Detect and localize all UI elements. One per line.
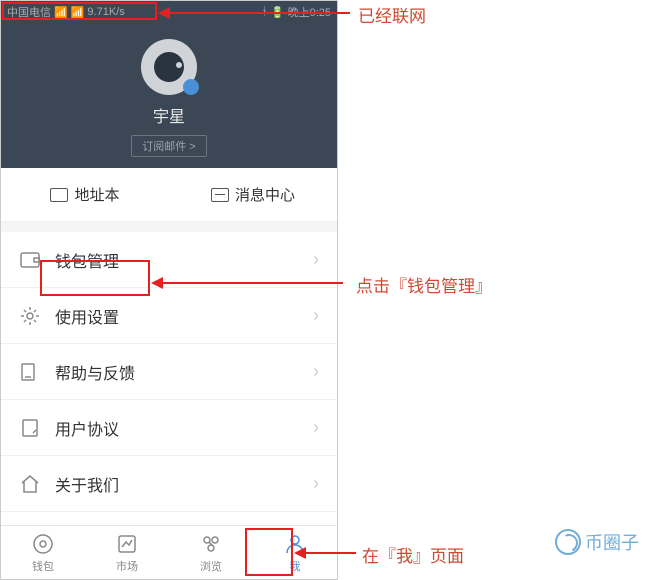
menu-help[interactable]: 帮助与反馈 › (1, 344, 337, 400)
arrow-head-icon (158, 7, 170, 19)
arrow-head-icon (151, 277, 163, 289)
messages-button[interactable]: 消息中心 (169, 168, 337, 221)
watermark-icon (555, 529, 581, 555)
annotation-arrow (160, 12, 350, 14)
avatar-badge-icon (183, 79, 199, 95)
chevron-right-icon: › (313, 361, 319, 382)
tab-wallet[interactable]: 钱包 (1, 526, 85, 579)
messages-label: 消息中心 (235, 184, 295, 205)
chevron-right-icon: › (313, 249, 319, 270)
chevron-right-icon: › (313, 417, 319, 438)
annotation-box-me-tab (245, 528, 293, 576)
annotation-arrow (153, 282, 343, 284)
market-tab-icon (115, 532, 139, 556)
wallet-icon (19, 249, 41, 271)
help-icon (19, 361, 41, 383)
tab-label: 浏览 (200, 558, 222, 574)
annotation-box-statusbar (2, 2, 157, 20)
arrow-head-icon (294, 547, 306, 559)
wallet-tab-icon (31, 532, 55, 556)
tab-label: 市场 (116, 558, 138, 574)
chevron-right-icon: › (313, 305, 319, 326)
menu-label: 用户协议 (55, 416, 313, 440)
menu-label: 使用设置 (55, 304, 313, 328)
annotation-wallet: 点击『钱包管理』 (356, 272, 492, 297)
home-icon (19, 473, 41, 495)
menu-label: 关于我们 (55, 472, 313, 496)
menu-agreement[interactable]: 用户协议 › (1, 400, 337, 456)
tab-label: 钱包 (32, 558, 54, 574)
annotation-me: 在『我』页面 (362, 542, 464, 567)
menu-about[interactable]: 关于我们 › (1, 456, 337, 512)
gear-icon (19, 305, 41, 327)
watermark-text: 币圈子 (585, 529, 639, 555)
addressbook-icon (50, 188, 68, 202)
username: 宇星 (153, 103, 185, 127)
quick-actions: 地址本 消息中心 (1, 168, 337, 222)
addressbook-button[interactable]: 地址本 (1, 168, 169, 221)
annotation-network: 已经联网 (358, 2, 426, 27)
menu-settings[interactable]: 使用设置 › (1, 288, 337, 344)
avatar[interactable] (141, 39, 197, 95)
annotation-box-wallet (40, 260, 150, 296)
tab-browse[interactable]: 浏览 (169, 526, 253, 579)
menu-label: 帮助与反馈 (55, 360, 313, 384)
browse-tab-icon (199, 532, 223, 556)
subscribe-button[interactable]: 订阅邮件 > (131, 135, 206, 157)
addressbook-label: 地址本 (74, 184, 119, 205)
document-icon (19, 417, 41, 439)
watermark: 币圈子 (555, 529, 639, 555)
profile-header: 宇星 订阅邮件 > (1, 23, 337, 168)
tab-market[interactable]: 市场 (85, 526, 169, 579)
chevron-right-icon: › (313, 473, 319, 494)
messages-icon (211, 188, 229, 202)
